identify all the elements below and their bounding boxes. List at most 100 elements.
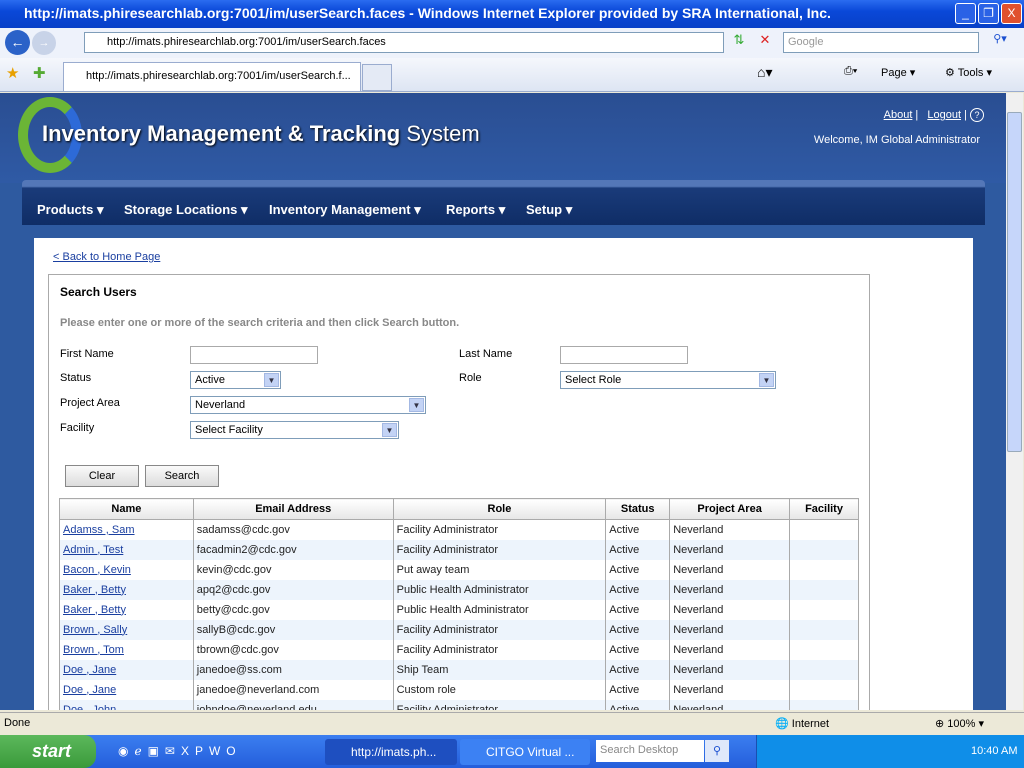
taskbar-item-citgo[interactable]: CITGO Virtual ...	[460, 739, 590, 765]
taskbar-item-ie[interactable]: http://imats.ph...	[325, 739, 457, 765]
status-select[interactable]: Active ▼	[190, 371, 281, 389]
restore-button[interactable]: ❐	[978, 3, 999, 24]
role-select[interactable]: Select Role ▼	[560, 371, 776, 389]
tab-label: http://imats.phiresearchlab.org:7001/im/…	[86, 70, 351, 82]
add-favorite-icon[interactable]: ✚	[33, 64, 46, 82]
user-name-link[interactable]: Adamss , Sam	[63, 524, 135, 536]
cell-facility	[789, 559, 859, 580]
menu-setup[interactable]: Setup ▾	[526, 202, 572, 218]
cell-email: janedoe@neverland.com	[192, 679, 394, 700]
refresh-icon[interactable]: ⇅	[729, 32, 749, 53]
minimize-button[interactable]: _	[955, 3, 976, 24]
cell-email: apq2@cdc.gov	[192, 579, 394, 600]
search-desktop-icon[interactable]: ⚲	[705, 740, 729, 762]
menu-products[interactable]: Products ▾	[37, 202, 103, 218]
cell-facility	[789, 579, 859, 600]
quick-launch-icons[interactable]: ◉ℯ▣✉XPWO	[118, 744, 242, 758]
status-text: Done	[4, 717, 31, 729]
col-facility[interactable]: Facility	[789, 498, 859, 520]
back-to-home-link[interactable]: < Back to Home Page	[53, 251, 160, 263]
menu-storage-locations[interactable]: Storage Locations ▾	[124, 202, 248, 218]
top-links: About | Logout | ?	[878, 108, 984, 122]
user-name-link[interactable]: Baker , Betty	[63, 584, 126, 596]
last-name-input[interactable]	[560, 346, 688, 364]
cell-project-area: Neverland	[669, 659, 791, 680]
col-status[interactable]: Status	[605, 498, 671, 520]
project-area-label: Project Area	[60, 397, 120, 409]
tools-menu[interactable]: ⚙ Tools ▾	[945, 66, 992, 79]
cell-status: Active	[605, 539, 671, 560]
clear-button[interactable]: Clear	[65, 465, 139, 487]
user-name-link[interactable]: Admin , Test	[63, 544, 123, 556]
menu-inventory-management[interactable]: Inventory Management ▾	[269, 202, 421, 218]
user-name-link[interactable]: Baker , Betty	[63, 604, 126, 616]
cell-email: sadamss@cdc.gov	[192, 519, 394, 540]
search-desktop-input[interactable]: Search Desktop	[596, 740, 704, 762]
user-name-link[interactable]: Bacon , Kevin	[63, 564, 131, 576]
project-area-value: Neverland	[195, 399, 246, 411]
forward-button[interactable]: →	[32, 31, 56, 55]
globe-icon: 🌐	[775, 718, 789, 730]
cell-role: Facility Administrator	[392, 699, 607, 710]
cell-project-area: Neverland	[669, 579, 791, 600]
cell-name: Doe , Jane	[59, 659, 194, 680]
status-label: Status	[60, 372, 92, 384]
panel-title: Search Users	[60, 285, 137, 299]
cell-facility	[789, 599, 859, 620]
user-name-link[interactable]: Doe , Jane	[63, 684, 116, 696]
user-name-link[interactable]: Doe , Jane	[63, 664, 116, 676]
project-area-select[interactable]: Neverland ▼	[190, 396, 426, 414]
cell-name: Baker , Betty	[59, 579, 194, 600]
cell-name: Adamss , Sam	[59, 519, 194, 540]
table-row: Doe , John johndoe@neverland.edu Facility …	[59, 699, 859, 711]
cell-role: Public Health Administrator	[392, 579, 607, 600]
role-value: Select Role	[565, 374, 622, 386]
zoom-control[interactable]: ⊕ 100% ▾	[935, 717, 984, 730]
start-button[interactable]: start	[0, 735, 96, 768]
close-button[interactable]: X	[1001, 3, 1022, 24]
user-name-link[interactable]: Doe , John	[63, 704, 116, 711]
logout-link[interactable]: Logout	[927, 109, 961, 121]
menu-label: Products	[37, 202, 94, 217]
help-icon[interactable]: ?	[970, 108, 984, 122]
cell-name: Doe , Jane	[59, 679, 194, 700]
search-button[interactable]: Search	[145, 465, 219, 487]
search-input[interactable]: Google	[783, 32, 979, 53]
cell-status: Active	[605, 619, 671, 640]
col-project-area[interactable]: Project Area	[669, 498, 791, 520]
home-icon[interactable]: ⌂▾	[757, 64, 772, 81]
facility-select[interactable]: Select Facility ▼	[190, 421, 399, 439]
new-tab-button[interactable]	[362, 64, 392, 91]
cell-email: johndoe@neverland.edu	[192, 699, 394, 710]
menu-reports[interactable]: Reports ▾	[446, 202, 505, 218]
col-role[interactable]: Role	[392, 498, 607, 520]
user-name-link[interactable]: Brown , Sally	[63, 624, 127, 636]
address-bar[interactable]: http://imats.phiresearchlab.org:7001/im/…	[84, 32, 724, 53]
cell-role: Public Health Administrator	[392, 599, 607, 620]
cell-status: Active	[605, 679, 671, 700]
cell-project-area: Neverland	[669, 699, 791, 710]
internet-zone: 🌐 Internet	[775, 717, 829, 730]
scrollbar-thumb[interactable]	[1007, 112, 1022, 452]
print-icon[interactable]: ⎙▾	[844, 65, 857, 78]
page-menu[interactable]: Page ▾	[881, 66, 915, 79]
search-icon[interactable]: ⚲▾	[983, 32, 1017, 53]
role-label: Role	[459, 372, 482, 384]
cell-name: Brown , Sally	[59, 619, 194, 640]
first-name-label: First Name	[60, 348, 114, 360]
cell-role: Facility Administrator	[392, 519, 607, 540]
cell-role: Custom role	[392, 679, 607, 700]
back-button[interactable]: ←	[5, 30, 30, 55]
clock: 10:40 AM	[971, 745, 1018, 757]
col-email[interactable]: Email Address	[192, 498, 394, 520]
web-page: Inventory Management & Tracking System A…	[0, 93, 1006, 710]
search-users-panel: Search Users Please enter one or more of…	[48, 274, 870, 710]
first-name-input[interactable]	[190, 346, 318, 364]
col-name[interactable]: Name	[59, 498, 194, 520]
about-link[interactable]: About	[884, 109, 913, 121]
cell-project-area: Neverland	[669, 599, 791, 620]
user-name-link[interactable]: Brown , Tom	[63, 644, 124, 656]
favorites-star-icon[interactable]: ★	[6, 64, 19, 82]
browser-tab[interactable]: http://imats.phiresearchlab.org:7001/im/…	[63, 62, 361, 91]
stop-icon[interactable]: ✕	[755, 32, 775, 53]
